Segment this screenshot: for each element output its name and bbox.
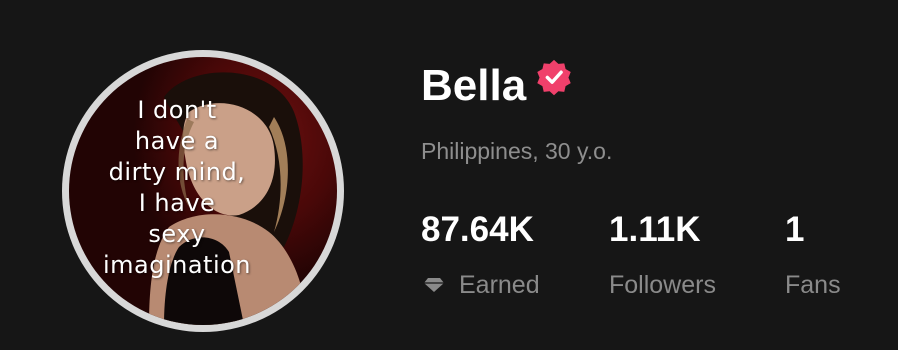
caption-line: dirty mind, [108, 158, 246, 186]
stat-label-row: Fans [785, 270, 841, 300]
stat-value: 1 [785, 210, 805, 249]
stat-value: 1.11K [609, 210, 701, 249]
stat-label: Earned [459, 271, 540, 299]
caption-line: I don't [137, 96, 217, 124]
stat-label: Followers [609, 271, 716, 299]
profile-name: Bella [421, 61, 527, 110]
profile-location: Philippines, 30 y.o. [421, 138, 613, 164]
stat-fans[interactable]: 1 Fans [785, 210, 841, 300]
verified-badge-icon [537, 59, 571, 96]
caption-line: I have [138, 189, 216, 217]
diamond-icon [424, 278, 444, 292]
stat-earned: 87.64K Earned [421, 210, 540, 300]
stat-value: 87.64K [421, 210, 534, 249]
stat-label: Fans [785, 271, 841, 299]
avatar[interactable]: I don't have a dirty mind, I have sexy i… [69, 57, 337, 325]
caption-line: sexy [148, 220, 206, 248]
caption-line: imagination [102, 251, 252, 279]
stat-label-row: Earned [421, 270, 540, 300]
stat-followers[interactable]: 1.11K Followers [609, 210, 716, 300]
caption-line: have a [134, 127, 220, 155]
avatar-ring[interactable]: I don't have a dirty mind, I have sexy i… [62, 50, 344, 332]
profile-card: I don't have a dirty mind, I have sexy i… [0, 0, 898, 350]
avatar-caption: I don't have a dirty mind, I have sexy i… [77, 95, 277, 281]
stat-label-row: Followers [609, 270, 716, 300]
